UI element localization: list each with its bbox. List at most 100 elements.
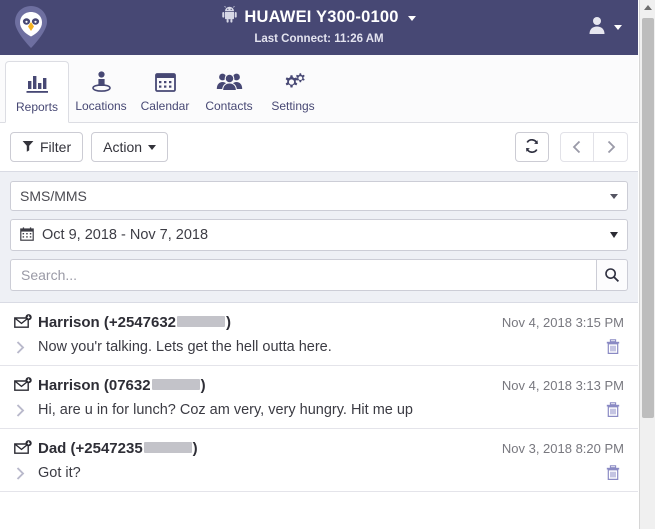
refresh-button[interactable] xyxy=(515,132,549,162)
message-text: Hi, are u in for lunch? Coz am very, ver… xyxy=(38,402,413,418)
delete-message-button[interactable] xyxy=(606,402,624,418)
sender-prefix: Dad (+2547235 xyxy=(38,440,143,457)
scrollbar-thumb[interactable] xyxy=(642,18,654,418)
table-row[interactable]: Dad (+2547235 ) Nov 3, 2018 8:20 PM Got … xyxy=(0,429,638,492)
prev-page-button[interactable] xyxy=(560,132,594,162)
sender-suffix: ) xyxy=(226,314,232,331)
refresh-icon xyxy=(524,138,540,157)
chevron-down-icon xyxy=(610,232,618,238)
redacted-number xyxy=(151,379,200,390)
tab-reports[interactable]: Reports xyxy=(5,61,69,123)
message-header: Dad (+2547235 ) Nov 3, 2018 8:20 PM xyxy=(14,440,624,457)
message-header: Harrison (+2547632 ) Nov 4, 2018 3:15 PM xyxy=(14,314,624,331)
vertical-scrollbar[interactable] xyxy=(639,0,655,529)
funnel-icon xyxy=(22,139,34,155)
filters-panel: SMS/MMS Oct 9, 2018 - Nov 7, 2018 Search… xyxy=(0,171,638,303)
tab-settings[interactable]: Settings xyxy=(261,60,325,122)
date-range-picker[interactable]: Oct 9, 2018 - Nov 7, 2018 xyxy=(10,219,628,251)
date-range-value: Oct 9, 2018 - Nov 7, 2018 xyxy=(42,227,209,243)
tab-calendar[interactable]: Calendar xyxy=(133,60,197,122)
message-sender: Harrison (+2547632 ) xyxy=(38,314,231,331)
search-input[interactable] xyxy=(10,259,596,291)
filter-label: Filter xyxy=(40,139,72,155)
gears-icon xyxy=(280,69,307,95)
search-row xyxy=(10,259,628,291)
tab-locations[interactable]: Locations xyxy=(69,60,133,122)
delete-message-button[interactable] xyxy=(606,465,624,481)
trash-icon xyxy=(606,339,620,354)
tab-label: Contacts xyxy=(205,99,253,113)
report-toolbar: Filter Action xyxy=(0,123,638,171)
chevron-right-icon xyxy=(607,140,615,154)
message-sender: Harrison (07632 ) xyxy=(38,377,206,394)
sender-prefix: Harrison (+2547632 xyxy=(38,314,177,331)
sender-suffix: ) xyxy=(200,377,206,394)
search-icon xyxy=(605,268,620,283)
person-pin-icon xyxy=(89,69,114,95)
calendar-icon xyxy=(153,69,178,95)
toolbar-right-group xyxy=(515,132,628,162)
chevron-left-icon xyxy=(572,140,581,154)
search-button[interactable] xyxy=(596,259,628,291)
redacted-number xyxy=(177,316,226,327)
expand-row-button[interactable] xyxy=(14,340,38,355)
chevron-down-icon xyxy=(610,193,618,199)
action-label: Action xyxy=(103,139,143,155)
last-connect-text: Last Connect: 11:26 AM xyxy=(254,33,384,45)
sender-prefix: Harrison (07632 xyxy=(38,377,151,394)
user-avatar-icon xyxy=(587,15,607,40)
sender-suffix: ) xyxy=(192,440,198,457)
action-button[interactable]: Action xyxy=(91,132,169,162)
pagination-group xyxy=(560,132,628,162)
message-timestamp: Nov 4, 2018 3:13 PM xyxy=(501,378,624,393)
message-timestamp: Nov 4, 2018 3:15 PM xyxy=(501,315,624,330)
report-type-value: SMS/MMS xyxy=(20,188,87,204)
expand-row-button[interactable] xyxy=(14,403,38,418)
message-body: Now you'r talking. Lets get the hell out… xyxy=(14,339,624,355)
owl-pin-logo xyxy=(10,5,52,51)
tab-label: Locations xyxy=(75,99,127,113)
app-window: HUAWEI Y300-0100 Last Connect: 11:26 AM xyxy=(0,0,655,529)
message-list: Harrison (+2547632 ) Nov 4, 2018 3:15 PM… xyxy=(0,303,638,529)
table-row[interactable]: Harrison (+2547632 ) Nov 4, 2018 3:15 PM… xyxy=(0,303,638,366)
app-header: HUAWEI Y300-0100 Last Connect: 11:26 AM xyxy=(0,0,638,55)
user-menu[interactable] xyxy=(587,15,630,40)
device-name: HUAWEI Y300-0100 xyxy=(244,8,399,26)
tab-contacts[interactable]: Contacts xyxy=(197,60,261,122)
redacted-number xyxy=(143,442,192,453)
chevron-down-icon xyxy=(148,144,157,150)
message-body: Hi, are u in for lunch? Coz am very, ver… xyxy=(14,402,624,418)
device-title-block: HUAWEI Y300-0100 Last Connect: 11:26 AM xyxy=(0,5,638,47)
people-icon xyxy=(216,69,243,95)
message-text: Now you'r talking. Lets get the hell out… xyxy=(38,339,332,355)
incoming-message-icon xyxy=(14,377,38,394)
message-sender: Dad (+2547235 ) xyxy=(38,440,198,457)
chevron-right-icon xyxy=(16,340,25,354)
bar-chart-icon xyxy=(25,70,50,96)
chevron-right-icon xyxy=(16,466,25,480)
incoming-message-icon xyxy=(14,314,38,331)
tab-label: Settings xyxy=(271,99,315,113)
expand-row-button[interactable] xyxy=(14,466,38,481)
chevron-down-icon xyxy=(407,16,416,21)
scroll-up-button[interactable] xyxy=(640,0,655,15)
android-icon xyxy=(222,5,238,28)
main-navigation-tabs: Reports Locations Calendar Contacts Sett… xyxy=(0,55,638,123)
trash-icon xyxy=(606,402,620,417)
table-row[interactable]: Harrison (07632 ) Nov 4, 2018 3:13 PM Hi… xyxy=(0,366,638,429)
message-body: Got it? xyxy=(14,465,624,481)
tab-label: Calendar xyxy=(140,99,190,113)
message-text: Got it? xyxy=(38,465,81,481)
delete-message-button[interactable] xyxy=(606,339,624,355)
device-selector[interactable]: HUAWEI Y300-0100 xyxy=(222,5,416,28)
report-type-select[interactable]: SMS/MMS xyxy=(10,181,628,211)
incoming-message-icon xyxy=(14,440,38,457)
message-header: Harrison (07632 ) Nov 4, 2018 3:13 PM xyxy=(14,377,624,394)
message-timestamp: Nov 3, 2018 8:20 PM xyxy=(501,441,624,456)
trash-icon xyxy=(606,465,620,480)
next-page-button[interactable] xyxy=(594,132,628,162)
tab-label: Reports xyxy=(15,100,59,114)
calendar-icon xyxy=(20,226,34,244)
chevron-down-icon xyxy=(614,25,622,30)
filter-button[interactable]: Filter xyxy=(10,132,84,162)
